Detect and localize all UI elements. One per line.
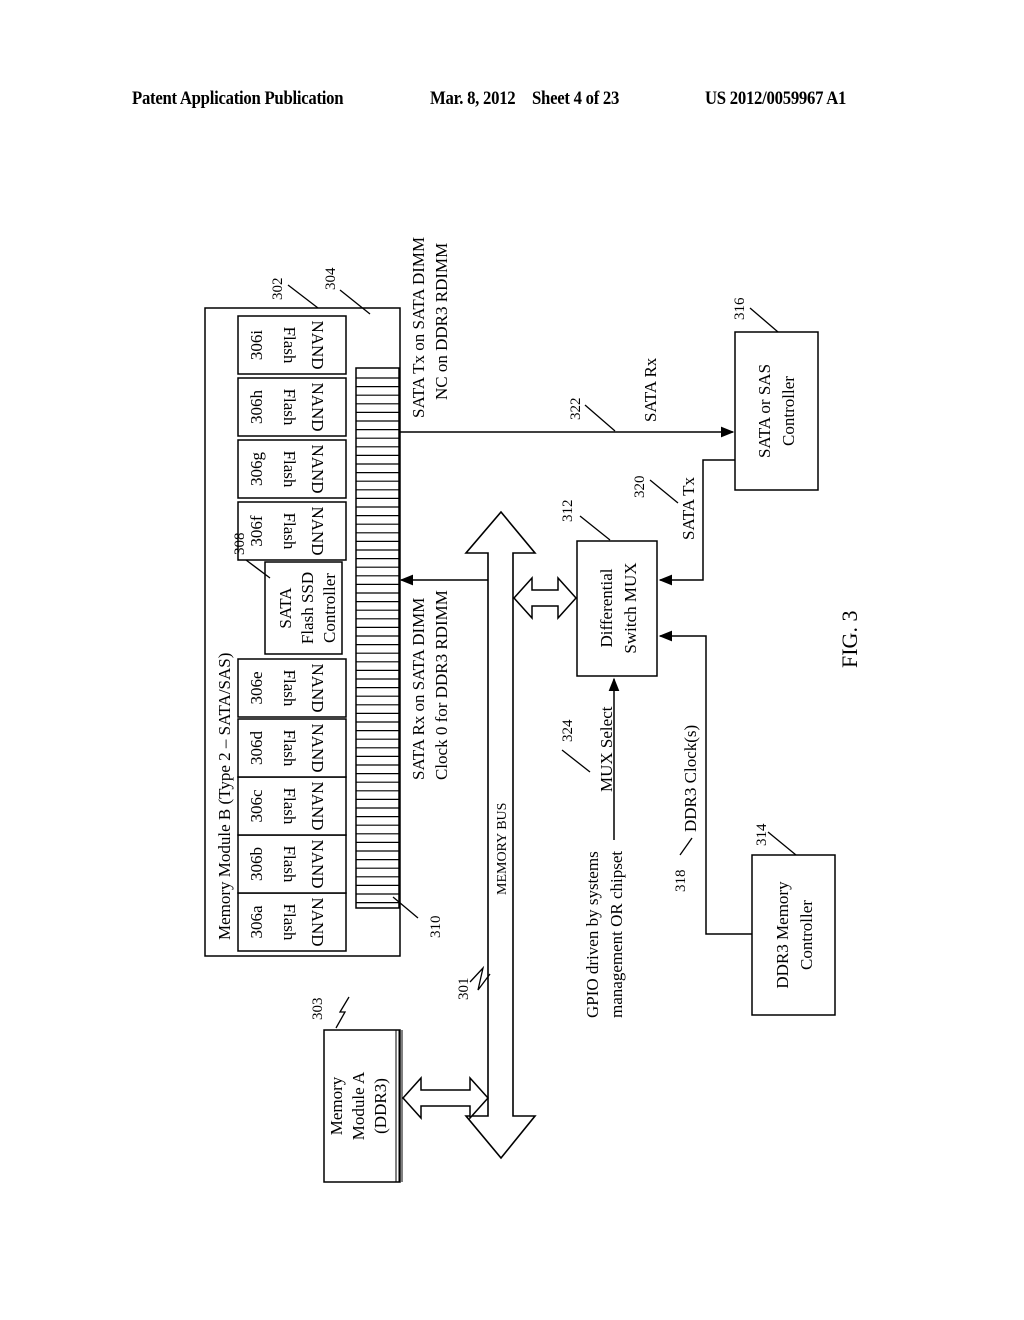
leader-324: [561, 749, 591, 773]
nand-chip-306a: 306a Flash NAND: [237, 892, 347, 952]
nand-chip-line2: Flash: [280, 670, 299, 707]
nand-chip-line2: Flash: [280, 513, 299, 550]
leader-320: [649, 479, 679, 504]
nand-chip-306c: 306c Flash NAND: [237, 776, 347, 836]
nand-chip-306e: 306e Flash NAND: [237, 658, 347, 718]
ref-324: 324: [560, 719, 576, 742]
leader-302: [287, 284, 319, 309]
mux-line2: Switch MUX: [621, 562, 640, 653]
leader-304: [339, 289, 371, 315]
ref-320: 320: [632, 476, 648, 499]
leader-303: [335, 996, 350, 1029]
ref-322: 322: [568, 398, 584, 421]
mux-select-label: MUX Select: [597, 706, 616, 792]
sata-rx-note-line1: SATA Rx on SATA DIMM: [409, 598, 428, 780]
nand-chip-ref: 306h: [247, 390, 266, 425]
memory-module-a-line2: Module A: [349, 1071, 368, 1140]
leader-314: [767, 831, 797, 856]
mux-box: [576, 540, 658, 677]
nand-chip-306g: 306g Flash NAND: [237, 439, 347, 499]
memory-module-b-title: Memory Module B (Type 2 – SATA/SAS): [215, 653, 234, 940]
leader-316: [749, 307, 779, 333]
memory-module-a-line3: (DDR3): [371, 1078, 390, 1134]
sata-controller-line2: Controller: [779, 376, 798, 446]
ref-301: 301: [456, 978, 472, 1001]
nand-chip-line2: Flash: [280, 788, 299, 825]
figure-3-diagram: Memory Module B (Type 2 – SATA/SAS) 306a…: [204, 237, 862, 1183]
ddr3-clock-label: DDR3 Clock(s): [681, 725, 700, 832]
leader-318: [679, 837, 693, 856]
leader-301: [469, 965, 491, 991]
nand-chip-line1: NAND: [308, 320, 327, 369]
sata-controller-line1: SATA or SAS: [755, 364, 774, 458]
ddr3-controller-line1: DDR3 Memory: [773, 881, 792, 989]
nand-chip-ref: 306d: [247, 731, 266, 766]
gpio-note-line2: management OR chipset: [607, 851, 626, 1018]
sata-rx-label: SATA Rx: [641, 357, 660, 422]
ref-304: 304: [323, 267, 339, 290]
sata-controller-box: [734, 331, 819, 491]
ref-314: 314: [754, 823, 770, 846]
sata-tx-label: SATA Tx: [679, 476, 698, 540]
nand-chip-line1: NAND: [308, 506, 327, 555]
module-a-bus-bidirectional-arrow: [401, 1076, 490, 1120]
nand-chip-306b: 306b Flash NAND: [237, 834, 347, 894]
ddr3-memory-controller-314: DDR3 Memory Controller 314: [751, 823, 836, 1016]
nand-chip-306f: 306f Flash NAND: [237, 501, 347, 561]
nand-chip-ref: 306f: [247, 515, 266, 547]
memory-module-a-303: Memory Module A (DDR3) 303: [310, 996, 403, 1183]
nand-chip-line2: Flash: [280, 730, 299, 767]
memory-module-a-line1: Memory: [327, 1076, 346, 1135]
nand-chip-ref: 306i: [247, 330, 266, 361]
nand-chip-line2: Flash: [280, 451, 299, 488]
ddr3-controller-box: [751, 854, 836, 1016]
nand-chip-ref: 306e: [247, 671, 266, 704]
memory-bus-label: MEMORY BUS: [495, 803, 510, 895]
nand-chip-line1: NAND: [308, 781, 327, 830]
ref-316: 316: [732, 297, 748, 320]
ssd-controller-line1: SATA: [276, 587, 295, 629]
figure-caption: FIG. 3: [837, 611, 862, 668]
sata-tx-note-line2: NC on DDR3 RDIMM: [432, 243, 451, 400]
edge-connector-310: [355, 367, 400, 909]
nand-chip-306d: 306d Flash NAND: [237, 718, 347, 778]
ref-308: 308: [232, 533, 248, 556]
nand-chip-ref: 306c: [247, 789, 266, 823]
nand-chip-line1: NAND: [308, 663, 327, 712]
nand-chip-line1: NAND: [308, 723, 327, 772]
ref-318: 318: [673, 870, 689, 893]
nand-chip-line1: NAND: [308, 382, 327, 431]
sata-sas-controller-316: SATA or SAS Controller 316: [732, 297, 819, 491]
nand-chip-line2: Flash: [280, 904, 299, 941]
sata-tx-note-line1: SATA Tx on SATA DIMM: [409, 237, 428, 418]
ref-312: 312: [560, 500, 576, 523]
bus-mux-bidirectional-arrow: [512, 576, 578, 620]
ref-302: 302: [270, 278, 286, 301]
ssd-controller-line2: Flash SSD: [298, 572, 317, 644]
nand-chip-line1: NAND: [308, 897, 327, 946]
ssd-controller-line3: Controller: [320, 573, 339, 643]
sata-rx-note-line2: Clock 0 for DDR3 RDIMM: [432, 590, 451, 780]
ref-310: 310: [428, 916, 444, 939]
ref-303: 303: [310, 998, 326, 1021]
nand-chip-line2: Flash: [280, 327, 299, 364]
nand-chip-ref: 306a: [247, 905, 266, 939]
nand-chip-306i: 306i Flash NAND: [237, 315, 347, 375]
nand-chip-line1: NAND: [308, 444, 327, 493]
nand-chip-306h: 306h Flash NAND: [237, 377, 347, 437]
ddr3-controller-line2: Controller: [797, 900, 816, 970]
leader-322: [584, 404, 616, 432]
nand-chip-line2: Flash: [280, 389, 299, 426]
nand-chip-ref: 306g: [247, 452, 266, 487]
nand-chip-ref: 306b: [247, 847, 266, 881]
nand-chip-line1: NAND: [308, 839, 327, 888]
nand-chip-line2: Flash: [280, 846, 299, 883]
leader-312: [579, 515, 611, 541]
gpio-note-line1: GPIO driven by systems: [583, 851, 602, 1018]
differential-switch-mux-312: Differential Switch MUX 312: [560, 500, 658, 677]
mux-line1: Differential: [597, 568, 616, 647]
